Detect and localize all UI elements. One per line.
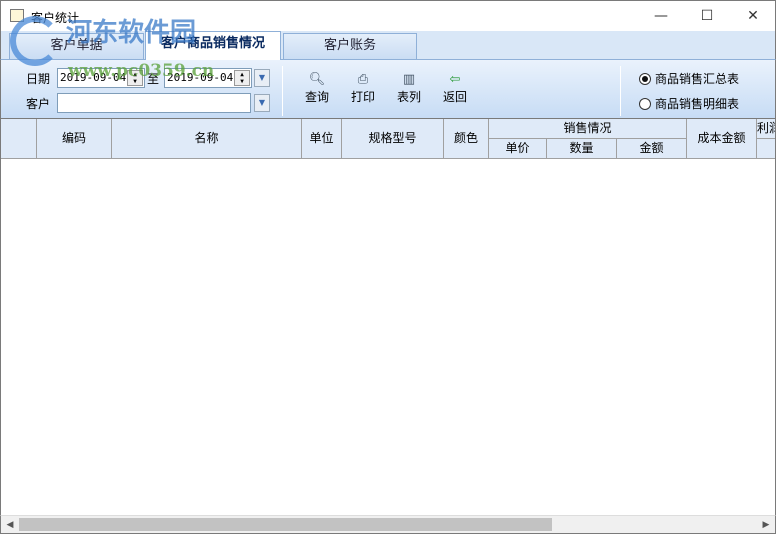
filter-toolbar: 日期 2019-09-04 ▲ ▼ 至 2019-09-04 ▲ ▼ ▼ 客户 ▼ 🔍︎…	[0, 59, 776, 119]
printer-icon: ⎙	[357, 72, 369, 87]
customer-dropdown-button[interactable]: ▼	[254, 94, 270, 112]
column-header-profit-sub[interactable]	[757, 139, 775, 159]
radio-sales-summary-label: 商品销售汇总表	[655, 72, 740, 86]
divider	[620, 66, 621, 116]
column-header-amount[interactable]: 金额	[617, 139, 687, 159]
column-header-quantity[interactable]: 数量	[547, 139, 617, 159]
date-to-input[interactable]: 2019-09-04 ▲ ▼	[164, 68, 252, 88]
query-button[interactable]: 🔍︎ 查询	[299, 72, 335, 105]
column-header-unit[interactable]: 单位	[302, 119, 342, 159]
maximize-button[interactable]: ☐	[684, 1, 730, 32]
column-group-sales: 销售情况	[489, 119, 687, 139]
scroll-left-arrow-icon[interactable]: ◀	[2, 517, 18, 533]
date-to-value: 2019-09-04	[167, 71, 234, 84]
tab-bar: 客户单据 客户商品销售情况 客户账务	[0, 31, 776, 60]
scroll-right-arrow-icon[interactable]: ▶	[758, 517, 774, 533]
return-label: 返回	[442, 90, 467, 104]
exit-icon: ⇦	[449, 72, 461, 87]
radio-unselected-icon	[639, 98, 651, 110]
query-label: 查询	[304, 90, 329, 104]
return-button[interactable]: ⇦ 返回	[437, 72, 473, 105]
to-label: 至	[147, 72, 160, 86]
radio-sales-detail[interactable]: 商品销售明细表	[639, 95, 739, 112]
column-header-code[interactable]: 编码	[37, 119, 112, 159]
date-to-spinner[interactable]: ▲ ▼	[234, 70, 250, 86]
column-header-cost[interactable]: 成本金额	[687, 119, 757, 159]
app-icon	[10, 9, 24, 22]
date-from-spinner[interactable]: ▲ ▼	[127, 70, 143, 86]
close-button[interactable]: ✕	[730, 1, 776, 32]
radio-sales-detail-label: 商品销售明细表	[655, 97, 740, 111]
row-indicator-header	[1, 119, 37, 159]
minimize-button[interactable]: —	[638, 1, 684, 32]
radio-sales-summary[interactable]: 商品销售汇总表	[639, 70, 739, 87]
date-from-value: 2019-09-04	[60, 71, 127, 84]
columns-label: 表列	[396, 90, 421, 104]
columns-icon: ▥	[402, 72, 416, 87]
tab-customer-accounts[interactable]: 客户账务	[283, 33, 417, 60]
date-label: 日期	[26, 72, 51, 86]
scrollbar-thumb[interactable]	[19, 518, 552, 531]
column-header-price[interactable]: 单价	[489, 139, 547, 159]
radio-selected-icon	[639, 73, 651, 85]
column-header-color[interactable]: 颜色	[444, 119, 489, 159]
date-from-input[interactable]: 2019-09-04 ▲ ▼	[57, 68, 145, 88]
customer-label: 客户	[26, 97, 51, 111]
search-icon: 🔍︎	[308, 72, 326, 87]
print-button[interactable]: ⎙ 打印	[345, 72, 381, 105]
divider	[282, 66, 283, 116]
date-dropdown-button[interactable]: ▼	[254, 69, 270, 87]
column-group-profit: 利润	[757, 119, 775, 139]
customer-input[interactable]	[57, 93, 251, 113]
print-label: 打印	[350, 90, 375, 104]
sales-table[interactable]: 编码 名称 单位 规格型号 颜色 销售情况 单价 数量 金额 成本金额 利润	[0, 119, 776, 515]
column-header-spec[interactable]: 规格型号	[342, 119, 444, 159]
tab-customer-product-sales[interactable]: 客户商品销售情况	[145, 31, 281, 60]
tab-customer-documents[interactable]: 客户单据	[9, 33, 144, 60]
column-header-name[interactable]: 名称	[112, 119, 302, 159]
window-title: 客户统计	[31, 11, 80, 25]
horizontal-scrollbar[interactable]: ◀ ▶	[0, 515, 776, 534]
columns-button[interactable]: ▥ 表列	[391, 72, 427, 105]
title-bar: 客户统计 — ☐ ✕	[0, 0, 776, 31]
